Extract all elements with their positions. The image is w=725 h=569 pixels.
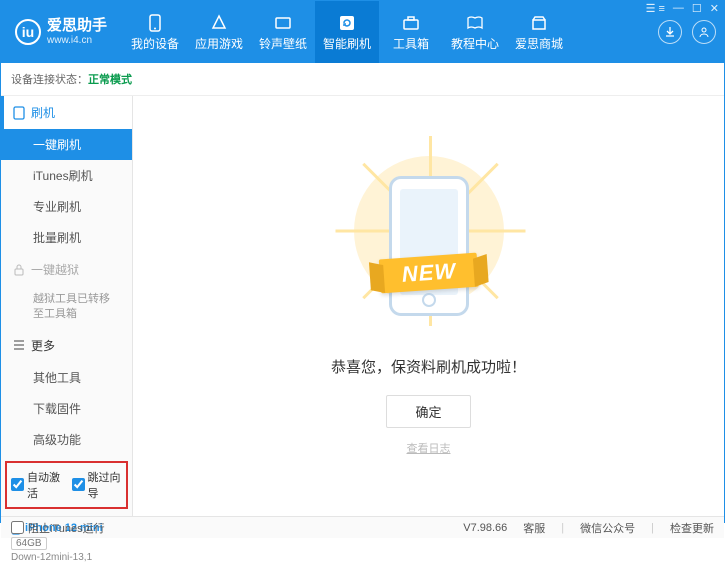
- minimize-button[interactable]: —: [673, 2, 684, 15]
- sidebar-item-batch[interactable]: 批量刷机: [1, 222, 132, 253]
- maximize-button[interactable]: ☐: [692, 2, 702, 15]
- menu-lines-icon: [13, 339, 25, 351]
- refresh-icon: [337, 13, 357, 33]
- phone-icon: [145, 13, 165, 33]
- options-box: 自动激活 跳过向导: [5, 461, 128, 509]
- new-ribbon: NEW: [378, 253, 478, 294]
- device-storage: 64GB: [11, 537, 47, 550]
- block-itunes-checkbox[interactable]: 阻止iTunes运行: [11, 520, 105, 536]
- window-controls: ☰ ≡ — ☐ ✕: [646, 2, 719, 15]
- view-log-link[interactable]: 查看日志: [407, 440, 451, 456]
- nav-smart-flash[interactable]: 智能刷机: [315, 1, 379, 63]
- apps-icon: [209, 13, 229, 33]
- nav-tutorials[interactable]: 教程中心: [443, 1, 507, 63]
- book-icon: [465, 13, 485, 33]
- app-url: www.i4.cn: [47, 35, 107, 47]
- logo-icon: iu: [15, 19, 41, 45]
- sidebar-item-advanced[interactable]: 高级功能: [1, 424, 132, 455]
- jailbreak-note: 越狱工具已转移至工具箱: [1, 286, 132, 329]
- sidebar-head-more[interactable]: 更多: [1, 329, 132, 362]
- customer-service-link[interactable]: 客服: [523, 520, 545, 536]
- device-model: Down-12mini-13,1: [11, 552, 122, 563]
- auto-activate-checkbox[interactable]: 自动激活: [11, 469, 62, 501]
- wechat-link[interactable]: 微信公众号: [580, 520, 635, 536]
- phone-small-icon: [13, 106, 25, 120]
- success-message: 恭喜您，保资料刷机成功啦！: [331, 356, 526, 377]
- user-button[interactable]: [692, 20, 716, 44]
- ok-button[interactable]: 确定: [386, 395, 470, 428]
- close-button[interactable]: ✕: [710, 2, 719, 15]
- sidebar: 刷机 一键刷机 iTunes刷机 专业刷机 批量刷机 一键越狱 越狱工具已转移至…: [1, 96, 133, 516]
- nav-ringtone[interactable]: 铃声壁纸: [251, 1, 315, 63]
- logo: iu 爱思助手 www.i4.cn: [15, 17, 107, 47]
- sidebar-item-pro[interactable]: 专业刷机: [1, 191, 132, 222]
- header: iu 爱思助手 www.i4.cn 我的设备 应用游戏 铃声壁纸 智能刷机 工具…: [1, 1, 724, 63]
- nav-my-device[interactable]: 我的设备: [123, 1, 187, 63]
- skip-guide-checkbox[interactable]: 跳过向导: [72, 469, 123, 501]
- lock-icon: [13, 264, 25, 276]
- sidebar-head-flash[interactable]: 刷机: [1, 96, 132, 129]
- store-icon: [529, 13, 549, 33]
- wallpaper-icon: [273, 13, 293, 33]
- nav-apps[interactable]: 应用游戏: [187, 1, 251, 63]
- device-status: 设备连接状态：正常模式: [1, 63, 724, 96]
- sidebar-item-other[interactable]: 其他工具: [1, 362, 132, 393]
- main-nav: 我的设备 应用游戏 铃声壁纸 智能刷机 工具箱 教程中心 爱思商城: [123, 1, 658, 63]
- header-actions: [658, 20, 716, 44]
- sidebar-head-jailbreak[interactable]: 一键越狱: [1, 253, 132, 286]
- version-label: V7.98.66: [463, 522, 507, 534]
- nav-store[interactable]: 爱思商城: [507, 1, 571, 63]
- main-content: NEW 恭喜您，保资料刷机成功啦！ 确定 查看日志: [133, 96, 724, 516]
- sidebar-item-oneclick[interactable]: 一键刷机: [1, 129, 132, 160]
- toolbox-icon: [401, 13, 421, 33]
- nav-toolbox[interactable]: 工具箱: [379, 1, 443, 63]
- sidebar-item-itunes[interactable]: iTunes刷机: [1, 160, 132, 191]
- download-button[interactable]: [658, 20, 682, 44]
- app-title: 爱思助手: [47, 17, 107, 35]
- sidebar-item-firmware[interactable]: 下载固件: [1, 393, 132, 424]
- menu-icon[interactable]: ☰ ≡: [646, 2, 665, 15]
- success-illustration: NEW: [354, 156, 504, 336]
- check-update-link[interactable]: 检查更新: [670, 520, 714, 536]
